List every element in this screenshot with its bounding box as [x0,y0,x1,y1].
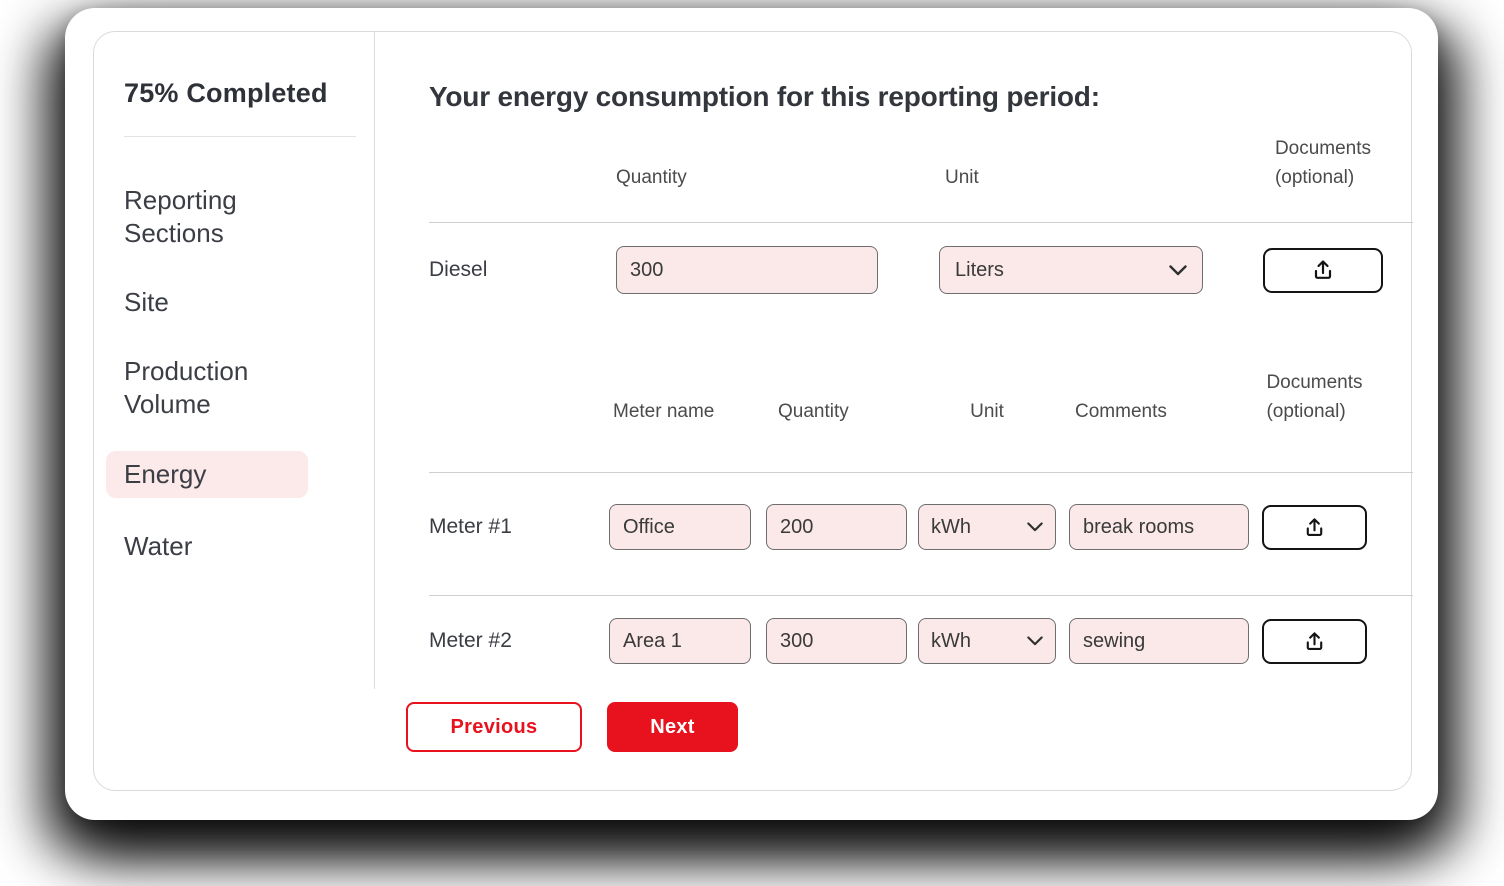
meter-header-quantity: Quantity [778,401,849,422]
app-window: 75% Completed Reporting Sections Site Pr… [65,8,1438,820]
fuel-row-diesel: Diesel Liters [429,246,1413,294]
meter-header-name: Meter name [613,401,715,422]
meter1-upload-button[interactable] [1262,504,1367,550]
row-divider [429,595,1413,596]
form-actions: Previous Next [406,702,1413,752]
sidebar-item-site[interactable]: Site [124,286,334,319]
fuel-header-quantity: Quantity [616,167,687,188]
meter-header-unit: Unit [970,401,1004,422]
chevron-down-icon [1169,264,1187,275]
sidebar-divider [124,136,356,137]
sidebar-item-energy[interactable]: Energy [106,451,308,498]
upload-icon [1306,631,1323,650]
meter1-unit-value: kWh [931,515,971,538]
next-button[interactable]: Next [607,702,738,752]
meter1-comments-input[interactable] [1069,504,1249,550]
meter1-name-input[interactable] [609,504,751,550]
meter-row-1: Meter #1 kWh [429,504,1413,550]
upload-icon [1306,517,1323,536]
fuel-header-unit: Unit [945,167,979,188]
meter2-comments-input[interactable] [1069,618,1249,664]
meter-row-label: Meter #2 [429,629,512,652]
diesel-upload-button[interactable] [1263,247,1383,293]
meter2-unit-value: kWh [931,629,971,652]
meter-table-header: Meter name Quantity Unit Comments Docume… [429,368,1413,426]
sidebar-nav: Reporting Sections Site Production Volum… [106,184,374,563]
row-divider [429,472,1413,473]
previous-button[interactable]: Previous [406,702,582,752]
meter-row-label: Meter #1 [429,515,512,538]
meter2-unit-select[interactable]: kWh [918,618,1056,664]
diesel-quantity-input[interactable] [616,246,878,294]
meter2-name-input[interactable] [609,618,751,664]
progress-label: 75% Completed [124,78,328,108]
meter-header-documents: Documents (optional) [1266,372,1363,422]
sidebar: 75% Completed Reporting Sections Site Pr… [94,32,375,689]
meter-row-2: Meter #2 kWh [429,618,1413,664]
form-panel: 75% Completed Reporting Sections Site Pr… [93,31,1413,791]
page-title: Your energy consumption for this reporti… [429,81,1100,112]
chevron-down-icon [1027,636,1043,646]
diesel-unit-value: Liters [955,258,1004,281]
meter2-quantity-input[interactable] [766,618,907,664]
fuel-row-label: Diesel [429,258,488,281]
fuel-header-documents: Documents (optional) [1274,138,1372,188]
main-content: Your energy consumption for this reporti… [406,32,1413,752]
meter1-unit-select[interactable]: kWh [918,504,1056,550]
chevron-down-icon [1027,522,1043,532]
sidebar-item-water[interactable]: Water [124,530,334,563]
meter1-quantity-input[interactable] [766,504,907,550]
sidebar-item-production-volume[interactable]: Production Volume [124,355,334,421]
meter-header-comments: Comments [1075,401,1167,422]
row-divider [429,222,1413,223]
meter2-upload-button[interactable] [1262,618,1367,664]
fuel-table-header: Quantity Unit Documents (optional) [429,134,1413,192]
diesel-unit-select[interactable]: Liters [939,246,1203,294]
upload-icon [1314,260,1332,279]
sidebar-item-reporting-sections[interactable]: Reporting Sections [124,184,334,250]
